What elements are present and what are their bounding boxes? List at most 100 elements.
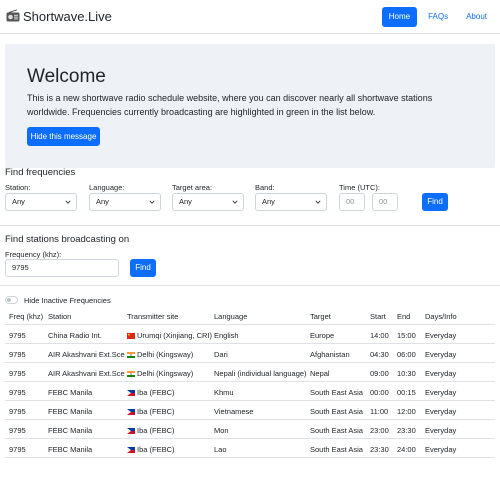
cell-days: Everyday: [425, 426, 457, 435]
station-select-value: Any: [12, 197, 25, 206]
cell-freq: 9795: [9, 445, 26, 454]
cell-start: 23:00: [370, 426, 389, 435]
cell-language: Nepali (individual language): [214, 369, 307, 378]
cell-freq: 9795: [9, 350, 26, 359]
nav-home[interactable]: Home: [381, 7, 418, 27]
frequency-input[interactable]: 9795: [5, 259, 119, 277]
cell-start: 14:00: [370, 331, 389, 340]
column-header: Target: [310, 312, 331, 321]
cell-end: 15:00: [397, 331, 416, 340]
cell-target: South East Asia: [310, 445, 363, 454]
cell-days: Everyday: [425, 388, 457, 397]
flag-in-icon: [127, 351, 135, 358]
cell-days: Everyday: [425, 369, 457, 378]
row-divider: [5, 438, 495, 439]
toggle-knob: [7, 298, 11, 302]
time-label: Time (UTC):: [339, 183, 380, 192]
divider: [0, 225, 500, 226]
welcome-title: Welcome: [27, 66, 106, 87]
cell-target: Afghanistan: [310, 350, 350, 359]
row-divider: [5, 400, 495, 401]
target-area-label: Target area:: [172, 183, 213, 192]
cell-freq: 9795: [9, 331, 26, 340]
row-divider: [5, 419, 495, 420]
transmitter-site-text: Delhi (Kingsway): [137, 369, 194, 378]
flag-ph-icon: [127, 446, 135, 453]
nav-about[interactable]: About: [459, 7, 494, 27]
find-stations-title: Find stations broadcasting on: [5, 234, 130, 245]
cell-days: Everyday: [425, 445, 457, 454]
cell-freq: 9795: [9, 426, 26, 435]
transmitter-site-text: Iba (FEBC): [137, 445, 175, 454]
flag-in-icon: [127, 370, 135, 377]
language-label: Language:: [89, 183, 125, 192]
cell-site: Iba (FEBC): [127, 426, 175, 435]
station-select[interactable]: Any: [5, 193, 77, 211]
column-header: Days/Info: [425, 312, 457, 321]
transmitter-site-text: Delhi (Kingsway): [137, 350, 194, 359]
radio-icon: [6, 9, 20, 22]
cell-target: Europe: [310, 331, 335, 340]
station-label: Station:: [5, 183, 31, 192]
cell-start: 09:00: [370, 369, 389, 378]
divider: [0, 285, 500, 286]
cell-station: AIR Akashvani Ext.Sce: [48, 350, 125, 359]
nav-links: Home FAQs About: [381, 7, 494, 27]
band-select[interactable]: Any: [255, 193, 327, 211]
language-select[interactable]: Any: [89, 193, 161, 211]
cell-site: Urumqi (Xinjiang, CRI): [127, 331, 212, 340]
transmitter-site-text: Iba (FEBC): [137, 388, 175, 397]
chevron-down-icon: [65, 200, 71, 204]
band-select-value: Any: [262, 197, 275, 206]
cell-freq: 9795: [9, 369, 26, 378]
cell-station: FEBC Manila: [48, 388, 93, 397]
row-divider: [5, 381, 495, 382]
row-divider: [5, 362, 495, 363]
header-divider: [5, 324, 495, 325]
cell-start: 23:30: [370, 445, 389, 454]
column-header: Transmitter site: [127, 312, 179, 321]
hide-inactive-toggle[interactable]: [5, 296, 18, 304]
cell-start: 00:00: [370, 388, 389, 397]
row-divider: [5, 457, 495, 458]
cell-station: China Radio Int.: [48, 331, 102, 340]
hide-inactive-label: Hide Inactive Frequencies: [24, 296, 111, 305]
chevron-down-icon: [149, 200, 155, 204]
cell-language: Khmu: [214, 388, 234, 397]
find-frequencies-title: Find frequencies: [5, 167, 76, 178]
target-area-select[interactable]: Any: [172, 193, 244, 211]
cell-site: Delhi (Kingsway): [127, 350, 193, 359]
cell-language: Lao: [214, 445, 227, 454]
flag-ph-icon: [127, 427, 135, 434]
chevron-down-icon: [232, 200, 238, 204]
cell-end: 23:30: [397, 426, 416, 435]
cell-end: 06:00: [397, 350, 416, 359]
find-stations-button[interactable]: Find: [130, 259, 156, 277]
cell-language: English: [214, 331, 239, 340]
time-minute-input[interactable]: 00: [372, 193, 398, 211]
cell-start: 04:30: [370, 350, 389, 359]
row-divider: [5, 343, 495, 344]
transmitter-site-text: Iba (FEBC): [137, 407, 175, 416]
column-header: Language: [214, 312, 248, 321]
welcome-banner: Welcome This is a new shortwave radio sc…: [5, 44, 495, 168]
find-frequencies-button[interactable]: Find: [422, 193, 448, 211]
cell-start: 11:00: [370, 407, 389, 416]
hide-message-button[interactable]: Hide this message: [27, 127, 100, 146]
brand[interactable]: Shortwave.Live: [6, 6, 112, 26]
cell-site: Iba (FEBC): [127, 445, 175, 454]
cell-freq: 9795: [9, 407, 26, 416]
band-label: Band:: [255, 183, 275, 192]
cell-end: 12:00: [397, 407, 416, 416]
cell-site: Iba (FEBC): [127, 388, 175, 397]
cell-target: South East Asia: [310, 426, 363, 435]
flag-cn-icon: [127, 332, 135, 339]
cell-days: Everyday: [425, 407, 457, 416]
time-hour-input[interactable]: 00: [339, 193, 365, 211]
nav-faqs[interactable]: FAQs: [421, 7, 455, 27]
cell-station: FEBC Manila: [48, 426, 93, 435]
cell-target: South East Asia: [310, 407, 363, 416]
frequency-label: Frequency (khz):: [5, 250, 62, 259]
target-area-select-value: Any: [179, 197, 192, 206]
cell-target: South East Asia: [310, 388, 363, 397]
